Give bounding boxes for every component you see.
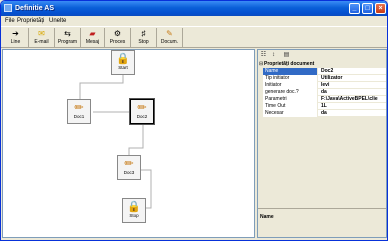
tool-document[interactable]: ✎ Docum. [157,28,183,47]
program-icon: ⇆ [64,29,71,38]
node-doc3[interactable]: ✏ Doc3 [117,155,141,180]
maximize-button[interactable]: □ [362,3,373,14]
toolbar: ➔ Line ✉ E-mail ⇆ Program ▰ Mesaj ⚙ Proc… [1,26,387,48]
tool-stop[interactable]: ♯ Stop [131,28,157,47]
pencil-icon: ✏ [124,158,134,170]
menu-properties[interactable]: Proprietăți [17,17,44,25]
node-start[interactable]: 🔒 Start [111,50,135,75]
connector-start-doc1 [79,72,124,100]
stop-icon: ♯ [141,29,146,38]
property-row[interactable]: Parametri F:\Java\ActiveBPEL\clie [258,96,386,103]
property-row[interactable]: Time Out 1L [258,103,386,110]
node-doc1[interactable]: ✏ Doc1 [67,99,91,124]
collapse-icon[interactable]: ⊟ [259,61,263,68]
pencil-icon: ✏ [137,102,147,114]
tool-message[interactable]: ▰ Mesaj [81,28,105,47]
property-table: ⊟ Proprietăți document Name Doc2 Tip ini… [258,61,386,117]
tool-program[interactable]: ⇆ Program [55,28,81,47]
pencil-icon: ✏ [74,102,84,114]
property-category[interactable]: ⊟ Proprietăți document [258,61,386,68]
line-icon: ➔ [12,29,19,38]
menu-file[interactable]: File [5,17,15,25]
document-icon: ✎ [166,29,173,38]
process-icon: ⚙ [113,29,122,38]
tool-line[interactable]: ➔ Line [3,28,29,47]
property-pages-icon[interactable]: ▤ [282,51,291,59]
property-row[interactable]: Tip initiator Utilizator [258,75,386,82]
tool-process[interactable]: ⚙ Proces [105,28,131,47]
email-icon: ✉ [38,29,45,38]
app-icon [4,4,12,12]
property-description: Name [258,208,386,237]
close-button[interactable]: × [375,3,386,14]
property-grid-toolbar: ☷ ↕ ▤ [258,50,386,60]
property-row[interactable]: Necesar da [258,110,386,117]
app-window: Definitie AS _ □ × File Proprietăți Unel… [0,0,388,241]
node-doc2[interactable]: ✏ Doc2 [130,99,154,124]
connector-doc2-doc3 [128,125,144,157]
node-stop[interactable]: 🔒 Stop [122,198,146,223]
tool-email[interactable]: ✉ E-mail [29,28,55,47]
description-title: Name [260,214,274,220]
menu-bar: File Proprietăți Unelte [1,16,387,26]
categorized-icon[interactable]: ☷ [259,51,268,59]
lock-icon: 🔒 [127,201,141,213]
property-row[interactable]: Name Doc2 [258,68,386,75]
property-row[interactable]: generare doc.? da [258,89,386,96]
lock-icon: 🔒 [116,53,130,65]
workflow-canvas[interactable]: 🔒 Start ✏ Doc1 ✏ Doc2 ✏ Doc3 🔒 Stop [2,49,255,238]
property-grid: ☷ ↕ ▤ ⊟ Proprietăți document Name Doc2 T… [257,49,387,238]
menu-tools[interactable]: Unelte [49,17,66,25]
minimize-button[interactable]: _ [349,3,360,14]
title-bar[interactable]: Definitie AS _ □ × [1,1,387,16]
window-title: Definitie AS [15,5,55,12]
property-row[interactable]: Initiator levi [258,82,386,89]
message-icon: ▰ [89,29,96,38]
sort-alpha-icon[interactable]: ↕ [269,51,278,59]
